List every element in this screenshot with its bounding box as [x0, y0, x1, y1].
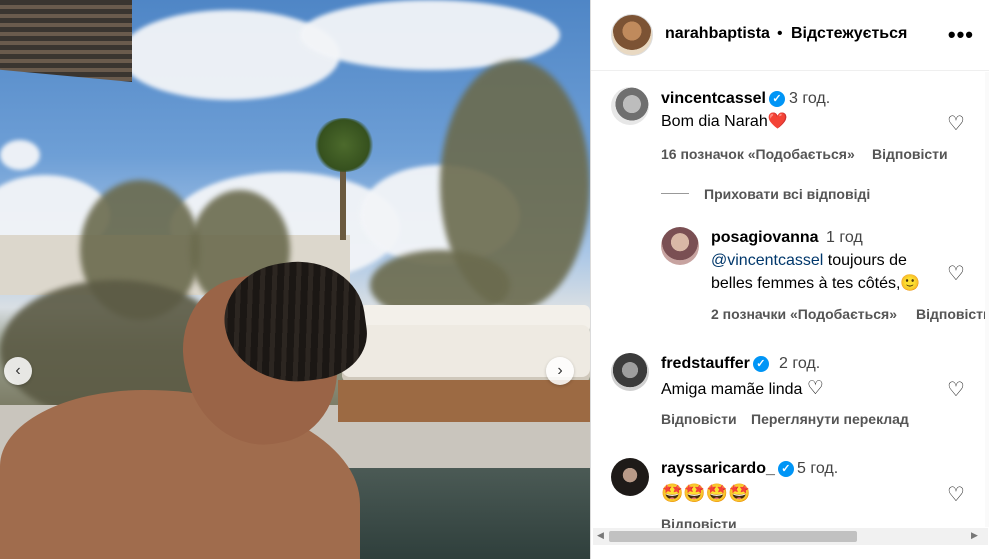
owner-username[interactable]: narahbaptista	[665, 25, 770, 43]
see-translation-button[interactable]: Переглянути переклад	[751, 411, 909, 427]
commenter-avatar[interactable]	[611, 353, 649, 391]
verified-badge-icon: ✓	[777, 460, 794, 477]
reply-button[interactable]: Відповісти	[661, 411, 737, 427]
comment-text: Bom dia Narah❤️	[661, 113, 788, 130]
chevron-right-icon: ›	[557, 362, 563, 379]
comment-likes-count[interactable]: 16 позначок «Подобається»	[661, 146, 855, 162]
like-heart-icon[interactable]: ♡	[947, 111, 965, 136]
red-heart-emoji: ❤️	[767, 113, 788, 130]
verified-badge-icon: ✓	[768, 90, 785, 107]
verified-badge-icon: ✓	[752, 355, 769, 372]
pergola-roof	[0, 0, 132, 82]
comment-text: 🤩🤩🤩🤩	[661, 483, 751, 503]
scrollbar-thumb[interactable]	[609, 531, 857, 542]
header-separator: •	[777, 25, 783, 42]
comment-text: Amiga mamãe linda ♡	[661, 378, 824, 399]
white-heart-emoji: ♡	[806, 378, 824, 399]
comment-text: @vincentcassel toujours de belles femmes…	[711, 252, 921, 292]
comment-username[interactable]: posagiovanna	[711, 229, 819, 247]
vertical-scrollbar[interactable]	[985, 72, 989, 527]
comment-time[interactable]: 3 год.	[789, 90, 830, 108]
reply-button[interactable]: Відповісти	[916, 306, 989, 322]
mention-link[interactable]: @vincentcassel	[711, 252, 823, 269]
like-heart-icon[interactable]: ♡	[947, 377, 965, 402]
reply-button[interactable]: Відповісти	[872, 146, 948, 162]
comment-likes-count[interactable]: 2 позначки «Подобається»	[711, 306, 897, 322]
comment-username[interactable]: vincentcassel ✓	[661, 90, 785, 108]
scroll-left-arrow-icon[interactable]: ◀	[597, 530, 604, 541]
following-button[interactable]: Відстежується	[791, 25, 907, 43]
chevron-left-icon: ‹	[15, 362, 21, 379]
replies-divider-line	[661, 193, 689, 194]
palm-trunk	[340, 160, 346, 240]
comment-time[interactable]: 5 год.	[797, 460, 838, 478]
owner-avatar[interactable]	[611, 14, 653, 56]
previous-photo-button[interactable]: ‹	[4, 357, 32, 385]
commenter-avatar[interactable]	[661, 227, 699, 265]
like-heart-icon[interactable]: ♡	[947, 261, 965, 286]
comment-username[interactable]: fredstauffer ✓	[661, 355, 769, 373]
comment-username[interactable]: rayssaricardo_ ✓	[661, 460, 794, 478]
post-header: narahbaptista • Відстежується •••	[591, 0, 989, 71]
palm-leaves	[312, 118, 376, 172]
like-heart-icon[interactable]: ♡	[947, 482, 965, 507]
commenter-avatar[interactable]	[611, 87, 649, 125]
hide-replies-button[interactable]: Приховати всі відповіді	[704, 186, 870, 202]
cloud	[0, 140, 40, 170]
daybed-base	[338, 380, 590, 422]
more-horizontal-icon[interactable]: •••	[948, 22, 974, 48]
post-photo[interactable]: ‹ ›	[0, 0, 590, 559]
comments-panel: narahbaptista • Відстежується ••• vincen…	[590, 0, 989, 559]
comment-time[interactable]: 2 год.	[779, 355, 820, 373]
commenter-avatar[interactable]	[611, 458, 649, 496]
smiley-emoji: 🙂	[900, 275, 921, 292]
comment-time[interactable]: 1 год	[826, 229, 863, 247]
scroll-right-arrow-icon[interactable]: ▶	[971, 530, 978, 541]
next-photo-button[interactable]: ›	[546, 357, 574, 385]
